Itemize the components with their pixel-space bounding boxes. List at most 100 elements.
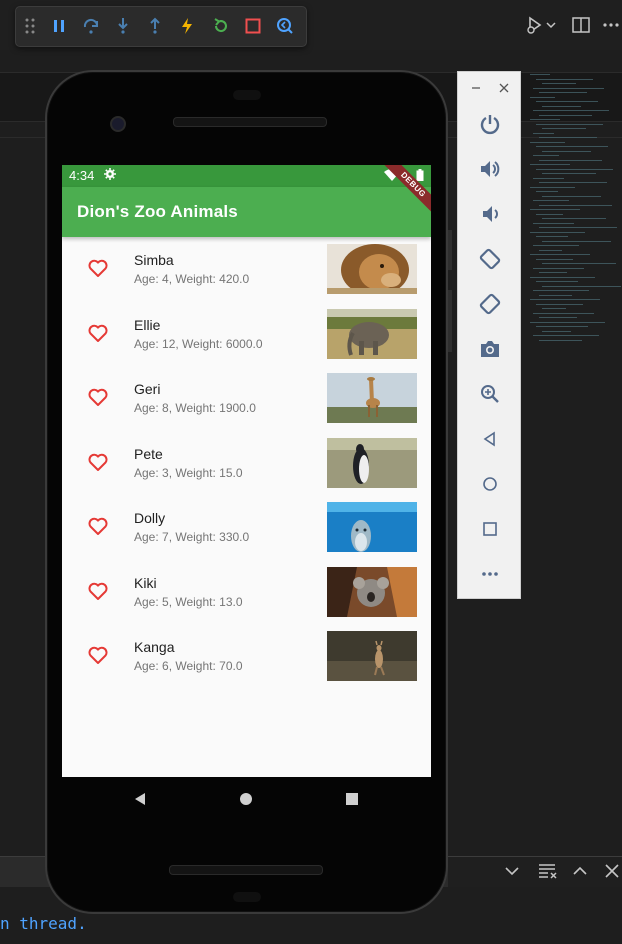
settings-gear-icon	[104, 168, 116, 180]
more-button[interactable]	[476, 560, 504, 588]
run-debug-dropdown[interactable]	[520, 14, 560, 36]
overview-button[interactable]	[476, 515, 504, 543]
step-out-button[interactable]	[144, 15, 166, 37]
minimize-button[interactable]	[468, 80, 484, 96]
animal-name: Pete	[134, 445, 163, 462]
favorite-heart-icon[interactable]	[88, 324, 108, 342]
split-editor-button[interactable]	[570, 14, 592, 36]
list-item[interactable]: Dolly Age: 7, Weight: 330.0	[62, 495, 431, 559]
back-button[interactable]	[476, 425, 504, 453]
volume-up-button[interactable]	[476, 155, 504, 183]
rotate-right-icon	[479, 293, 501, 315]
minimap-line	[536, 303, 583, 305]
nav-back-button[interactable]	[130, 789, 150, 809]
minimap-line	[530, 96, 555, 98]
home-button[interactable]	[476, 470, 504, 498]
more-icon	[482, 572, 498, 576]
list-item[interactable]: Simba Age: 4, Weight: 420.0	[62, 237, 431, 301]
drag-handle-icon[interactable]	[25, 18, 35, 34]
minimap-line	[530, 254, 590, 255]
zoom-button[interactable]	[476, 380, 504, 408]
minimap-line	[539, 227, 617, 228]
close-icon	[605, 864, 619, 878]
list-item[interactable]: Kanga Age: 6, Weight: 70.0	[62, 624, 431, 688]
split-editor-icon	[572, 17, 590, 33]
favorite-heart-icon[interactable]	[88, 582, 108, 600]
nav-home-button[interactable]	[236, 789, 256, 809]
list-item[interactable]: Geri Age: 8, Weight: 1900.0	[62, 366, 431, 430]
hot-reload-button[interactable]	[176, 15, 198, 37]
minimap-line	[536, 78, 593, 80]
animal-name: Kiki	[134, 574, 157, 591]
close-button[interactable]	[496, 80, 512, 96]
clear-output-icon	[539, 864, 557, 879]
nav-overview-button[interactable]	[342, 789, 362, 809]
volume-down-icon	[483, 206, 498, 222]
giraffe-photo	[327, 373, 417, 423]
maximize-panel-button[interactable]	[569, 860, 591, 882]
restart-button[interactable]	[210, 15, 232, 37]
minimap-line	[533, 335, 599, 336]
screenshot-button[interactable]	[476, 335, 504, 363]
minimap-line	[539, 137, 597, 138]
step-into-button[interactable]	[112, 15, 134, 37]
animal-details: Age: 6, Weight: 70.0	[134, 659, 243, 673]
minimap-line	[542, 218, 606, 219]
minimap-line	[533, 177, 564, 179]
app-bar: Dion's Zoo Animals	[62, 187, 431, 237]
favorite-heart-icon[interactable]	[88, 388, 108, 406]
minimap-line	[533, 222, 574, 224]
rotate-left-button[interactable]	[476, 245, 504, 273]
list-item[interactable]: Pete Age: 3, Weight: 15.0	[62, 431, 431, 495]
minimap-line	[536, 236, 568, 237]
penguin-photo	[327, 437, 417, 488]
overview-icon	[346, 793, 358, 805]
favorite-heart-icon[interactable]	[88, 517, 108, 535]
stop-button[interactable]	[242, 15, 264, 37]
animal-name: Simba	[134, 252, 174, 268]
minimap-line	[533, 312, 594, 314]
devtools-button[interactable]	[274, 15, 296, 37]
android-nav-bar	[62, 777, 431, 822]
rotate-left-icon	[479, 248, 501, 270]
stop-icon	[245, 18, 261, 34]
dolphin-photo	[327, 502, 417, 552]
favorite-heart-icon[interactable]	[88, 259, 108, 277]
minimap-line	[536, 168, 613, 170]
minimap-line	[530, 276, 595, 278]
step-over-button[interactable]	[80, 15, 102, 37]
minimap-line	[530, 299, 600, 300]
power-button[interactable]	[476, 110, 504, 138]
home-icon	[240, 793, 252, 805]
debug-toolbar	[15, 6, 307, 47]
zoom-icon	[481, 385, 499, 403]
rotate-right-button[interactable]	[476, 290, 504, 318]
pause-button[interactable]	[48, 15, 70, 37]
status-bar: 4:34	[62, 165, 431, 187]
koala-photo	[327, 566, 417, 617]
minimap-line	[530, 141, 565, 143]
editor-minimap[interactable]	[530, 74, 622, 354]
minimap-line	[542, 105, 581, 107]
step-into-icon	[118, 18, 128, 34]
panel-dropdown-button[interactable]	[501, 860, 523, 882]
favorite-heart-icon[interactable]	[88, 646, 108, 664]
animal-details: Age: 7, Weight: 330.0	[134, 530, 250, 544]
home-icon	[483, 477, 497, 491]
clear-output-button[interactable]	[537, 860, 559, 882]
favorite-heart-icon[interactable]	[88, 453, 108, 471]
step-out-icon	[150, 17, 160, 34]
list-item[interactable]: Ellie Age: 12, Weight: 6000.0	[62, 302, 431, 366]
minimap-line	[539, 294, 572, 296]
minimize-icon	[472, 87, 480, 89]
minimap-line	[533, 290, 589, 291]
power-icon	[480, 115, 500, 135]
minimap-line	[542, 83, 576, 84]
minimap-line	[533, 87, 604, 89]
volume-down-button[interactable]	[476, 200, 504, 228]
bottom-speaker	[169, 865, 323, 875]
list-item[interactable]: Kiki Age: 5, Weight: 13.0	[62, 560, 431, 624]
minimap-line	[542, 150, 591, 152]
more-actions-button[interactable]	[600, 14, 622, 36]
close-panel-button[interactable]	[601, 860, 622, 882]
